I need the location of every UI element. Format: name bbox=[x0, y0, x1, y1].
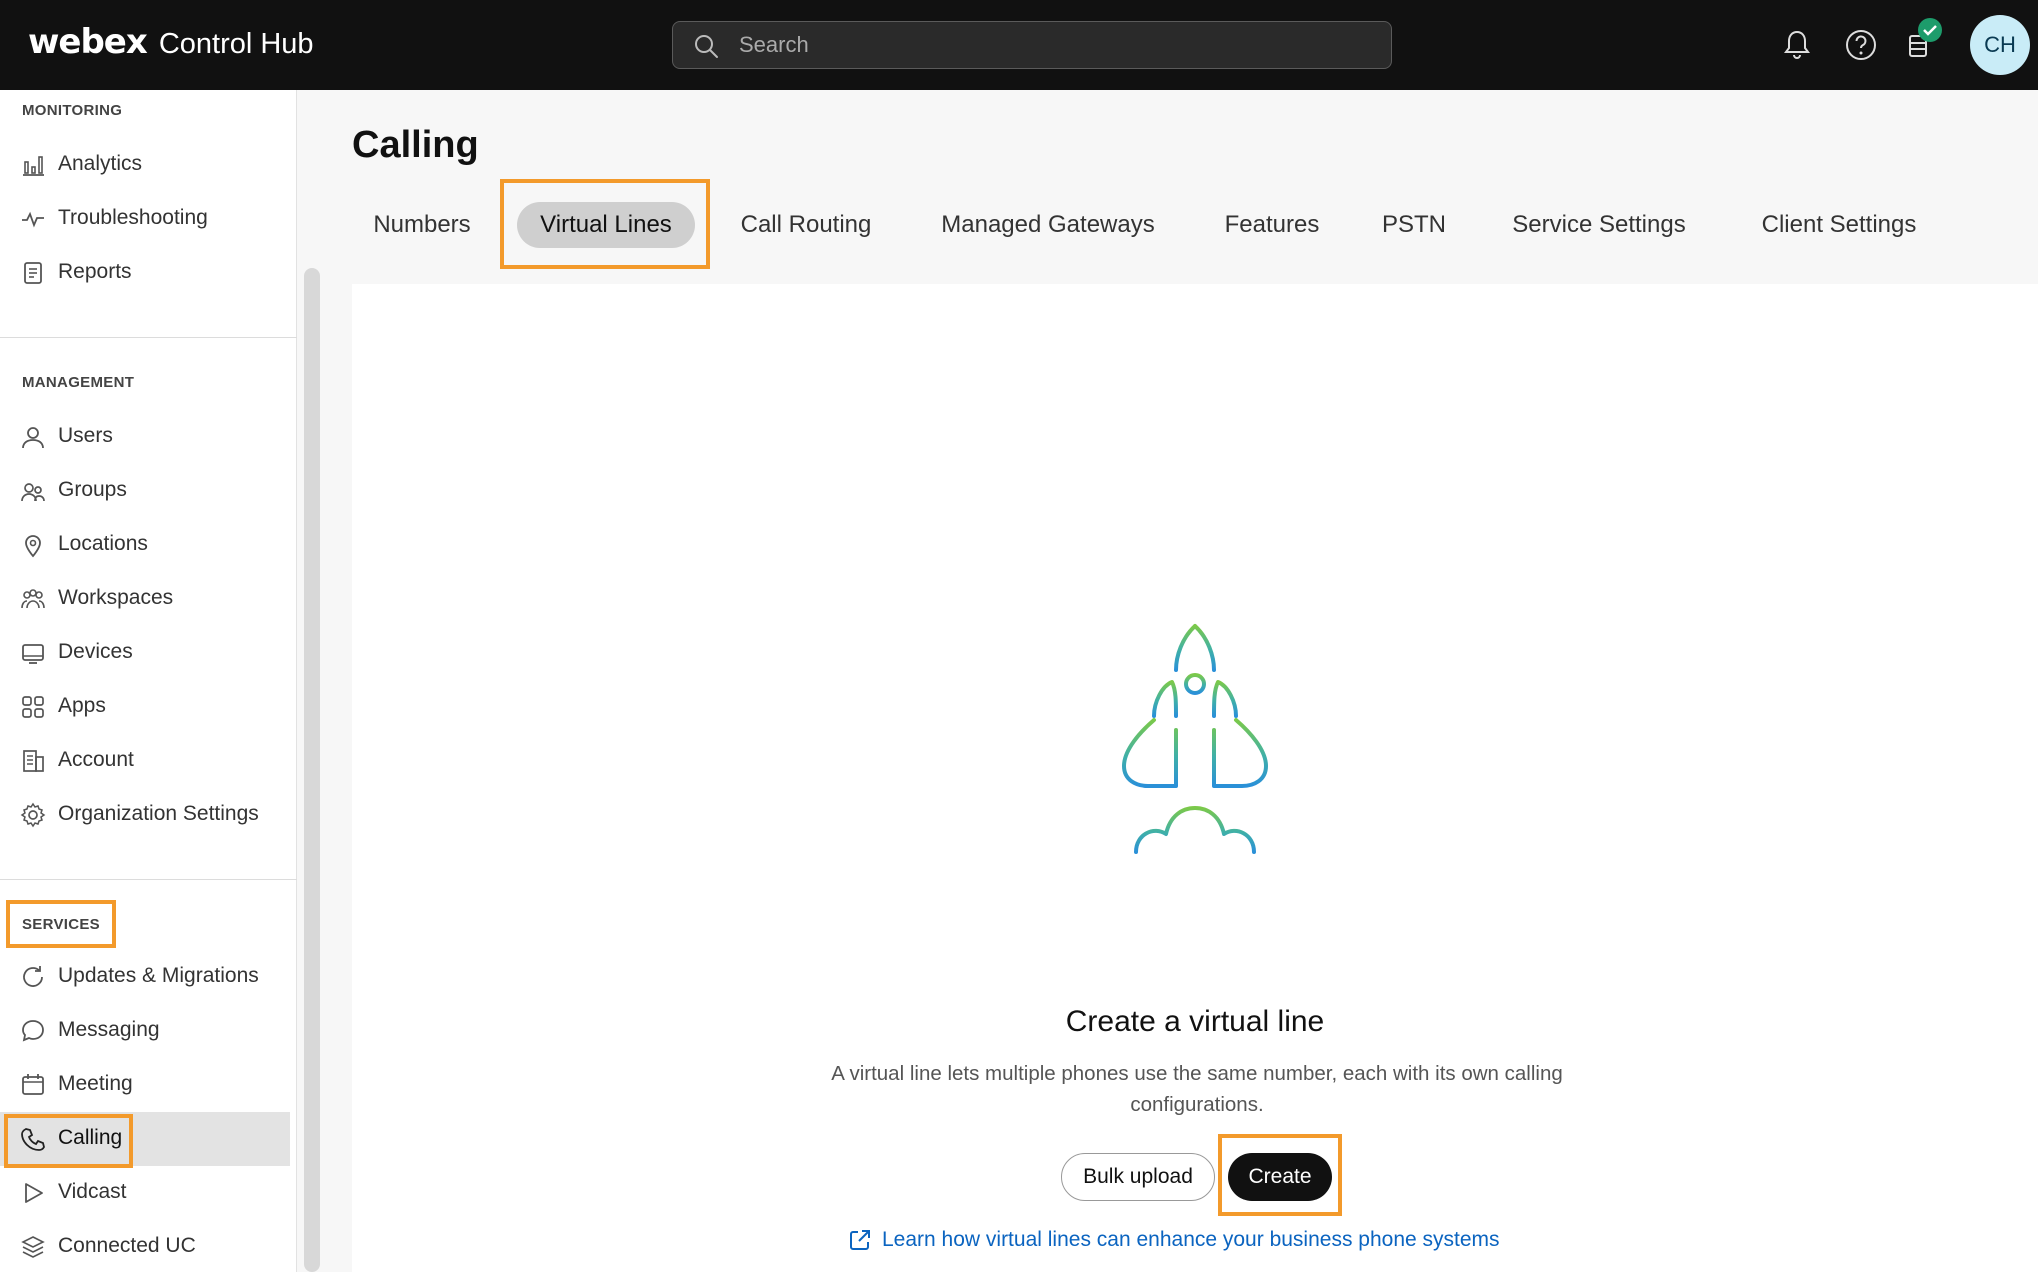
empty-state-title: Create a virtual line bbox=[1065, 1005, 1325, 1038]
analytics-icon bbox=[23, 156, 44, 176]
sidebar-item-label: Updates & Migrations bbox=[58, 964, 259, 987]
help-icon[interactable] bbox=[1842, 26, 1880, 64]
check-badge-icon bbox=[1918, 18, 1942, 42]
sidebar-item-label: Apps bbox=[58, 694, 106, 717]
user-icon bbox=[22, 427, 44, 449]
sidebar-divider bbox=[0, 879, 297, 880]
tab-pstn[interactable]: PSTN bbox=[1366, 202, 1462, 248]
sidebar-item-meeting[interactable]: Meeting bbox=[0, 1058, 290, 1112]
rocket-icon bbox=[1122, 624, 1268, 854]
troubleshooting-icon bbox=[22, 211, 44, 228]
sidebar-item-devices[interactable]: Devices bbox=[0, 626, 290, 680]
empty-state-description: A virtual line lets multiple phones use … bbox=[831, 1062, 1563, 1116]
external-link-icon bbox=[850, 1230, 870, 1250]
sidebar-item-label: Troubleshooting bbox=[58, 206, 208, 229]
tab-client-settings[interactable]: Client Settings bbox=[1736, 202, 1942, 248]
avatar[interactable]: CH bbox=[1970, 15, 2030, 75]
brand-logo[interactable]: webex Control Hub bbox=[28, 22, 314, 62]
sidebar-item-vidcast[interactable]: Vidcast bbox=[0, 1166, 290, 1220]
tab-managed-gateways[interactable]: Managed Gateways bbox=[918, 202, 1178, 248]
search-icon bbox=[695, 35, 718, 58]
sidebar-divider bbox=[0, 337, 297, 338]
sidebar: MONITORING Analytics Troubleshooting Rep… bbox=[0, 90, 297, 1272]
brand-webex: webex bbox=[28, 22, 148, 62]
brand-product: Control Hub bbox=[158, 28, 314, 60]
groups-icon bbox=[21, 483, 45, 502]
location-pin-icon bbox=[25, 535, 41, 558]
refresh-icon bbox=[23, 966, 43, 987]
sidebar-scrollbar[interactable] bbox=[304, 268, 320, 1272]
stack-icon bbox=[21, 1236, 45, 1258]
account-icon bbox=[23, 750, 44, 772]
calendar-icon bbox=[22, 1074, 44, 1095]
sidebar-item-label: Meeting bbox=[58, 1072, 133, 1095]
reports-icon bbox=[24, 262, 42, 284]
sidebar-item-label: Locations bbox=[58, 532, 148, 555]
section-title-monitoring: MONITORING bbox=[22, 102, 123, 119]
sidebar-item-label: Users bbox=[58, 424, 113, 447]
section-title-services: SERVICES bbox=[22, 916, 100, 933]
sidebar-item-workspaces[interactable]: Workspaces bbox=[0, 572, 290, 626]
sidebar-item-apps[interactable]: Apps bbox=[0, 680, 290, 734]
sidebar-item-calling[interactable]: Calling bbox=[0, 1112, 290, 1166]
devices-icon bbox=[22, 644, 44, 664]
sidebar-item-label: Reports bbox=[58, 260, 132, 283]
page-title: Calling bbox=[352, 124, 479, 166]
gear-icon bbox=[20, 802, 46, 828]
tab-service-settings[interactable]: Service Settings bbox=[1488, 202, 1710, 248]
apps-grid-icon bbox=[22, 696, 44, 718]
sidebar-item-analytics[interactable]: Analytics bbox=[0, 138, 290, 192]
tab-call-routing[interactable]: Call Routing bbox=[722, 202, 890, 248]
tab-features[interactable]: Features bbox=[1204, 202, 1340, 248]
workspaces-icon bbox=[21, 589, 45, 609]
sidebar-item-organization-settings[interactable]: Organization Settings bbox=[0, 788, 290, 842]
sidebar-item-reports[interactable]: Reports bbox=[0, 246, 290, 300]
bell-icon[interactable] bbox=[1778, 26, 1816, 64]
learn-more-link-text: Learn how virtual lines can enhance your… bbox=[882, 1228, 1500, 1251]
sidebar-item-label: Workspaces bbox=[58, 586, 174, 609]
sidebar-item-label: Calling bbox=[58, 1126, 123, 1149]
tab-virtual-lines[interactable]: Virtual Lines bbox=[517, 202, 695, 248]
sidebar-item-label: Account bbox=[58, 748, 134, 771]
play-icon bbox=[25, 1183, 43, 1203]
sidebar-item-label: Groups bbox=[58, 478, 127, 501]
phone-icon bbox=[21, 1128, 45, 1151]
sidebar-item-updates-migrations[interactable]: Updates & Migrations bbox=[0, 950, 290, 1004]
sidebar-item-label: Devices bbox=[58, 640, 133, 663]
sidebar-item-label: Connected UC bbox=[58, 1234, 196, 1257]
sidebar-item-troubleshooting[interactable]: Troubleshooting bbox=[0, 192, 290, 246]
sidebar-item-label: Vidcast bbox=[58, 1180, 127, 1203]
create-button[interactable]: Create bbox=[1228, 1153, 1332, 1201]
sidebar-item-label: Organization Settings bbox=[58, 802, 259, 825]
sidebar-item-users[interactable]: Users bbox=[0, 410, 290, 464]
tab-numbers[interactable]: Numbers bbox=[352, 202, 492, 248]
sidebar-item-groups[interactable]: Groups bbox=[0, 464, 290, 518]
learn-more-link[interactable]: Learn how virtual lines can enhance your… bbox=[848, 1228, 1500, 1252]
section-title-management: MANAGEMENT bbox=[22, 374, 135, 391]
top-bar: webex Control Hub CH bbox=[0, 0, 2038, 90]
sidebar-item-account[interactable]: Account bbox=[0, 734, 290, 788]
sidebar-item-label: Analytics bbox=[58, 152, 143, 175]
sidebar-item-locations[interactable]: Locations bbox=[0, 518, 290, 572]
search-input[interactable] bbox=[739, 28, 1369, 62]
sidebar-item-connected-uc[interactable]: Connected UC bbox=[0, 1220, 290, 1272]
bulk-upload-button[interactable]: Bulk upload bbox=[1061, 1153, 1215, 1201]
search-box[interactable] bbox=[672, 21, 1392, 69]
